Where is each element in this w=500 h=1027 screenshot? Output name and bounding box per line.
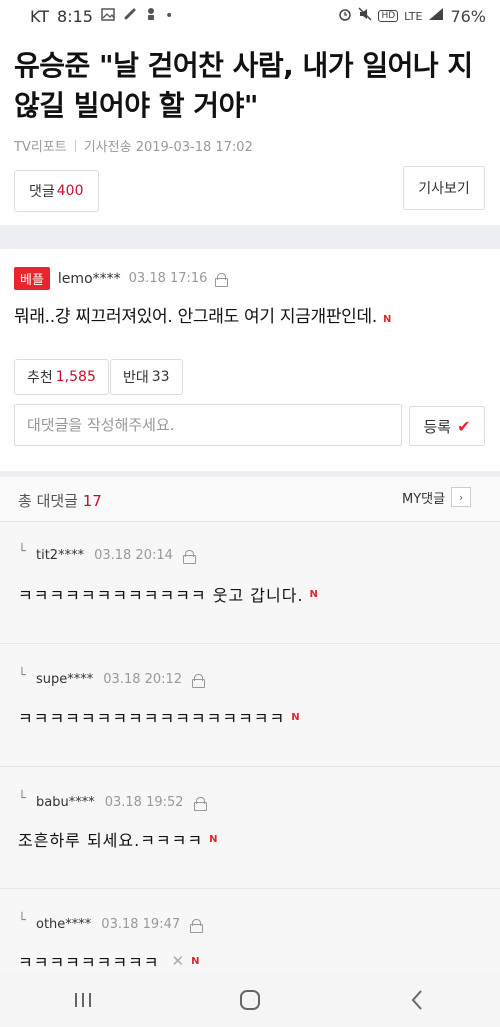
reply-item: └ othe**** 03.18 19:47 ㅋㅋㅋㅋㅋㅋㅋㅋㅋ ✕ N (0, 889, 500, 972)
my-replies-label: MY댓글 (402, 491, 446, 507)
carrier-label: KT (30, 6, 50, 26)
reply-date: 03.18 20:14 (94, 548, 173, 563)
reply-text: ㅋㅋㅋㅋㅋㅋㅋㅋㅋ (18, 953, 160, 972)
upvote-count: 1,585 (55, 369, 96, 385)
reply-text: ㅋㅋㅋㅋㅋㅋㅋㅋㅋㅋㅋㅋ 웃고 갑니다. (18, 586, 304, 605)
reply-text: 조흔하루 되세요.ㅋㅋㅋㅋ (18, 831, 204, 850)
reply-arrow-icon: └ (18, 668, 26, 683)
submit-label: 등록 (423, 417, 452, 436)
recent-apps-icon (75, 992, 92, 1007)
reply-input[interactable] (14, 404, 402, 446)
downvote-button[interactable]: 반대 33 (110, 359, 183, 395)
back-button[interactable] (387, 980, 447, 1020)
comment-text: 뭐래..걍 찌끄러져있어. 안그래도 여기 지금개판인데. (14, 307, 377, 327)
reply-item: └ tit2**** 03.18 20:14 ㅋㅋㅋㅋㅋㅋㅋㅋㅋㅋㅋㅋ 웃고 갑… (0, 522, 500, 644)
battery-level: 76% (450, 6, 486, 26)
new-icon: N (191, 955, 201, 967)
lock-icon (192, 673, 206, 688)
link-notification-icon (123, 7, 137, 25)
best-comment-header: 베플 lemo**** 03.18 17:16 (14, 267, 229, 290)
status-bar: KT 8:15 • HD LTE 76% (0, 0, 500, 32)
reply-date: 03.18 20:12 (103, 672, 183, 687)
new-icon: N (209, 833, 219, 845)
recent-apps-button[interactable] (53, 980, 113, 1020)
comments-label: 댓글 (29, 184, 55, 200)
upvote-button[interactable]: 추천 1,585 (14, 359, 109, 395)
more-notifications-icon: • (164, 8, 174, 24)
section-gap (0, 225, 500, 249)
replies-label: 총 대댓글 (18, 492, 78, 510)
reply-text-row: 조흔하루 되세요.ㅋㅋㅋㅋ N (18, 827, 218, 851)
reply-text-row: ㅋㅋㅋㅋㅋㅋㅋㅋㅋㅋㅋㅋㅋㅋㅋㅋㅋ N (18, 705, 301, 729)
reply-text: ㅋㅋㅋㅋㅋㅋㅋㅋㅋㅋㅋㅋㅋㅋㅋㅋㅋ (18, 709, 286, 728)
home-button[interactable] (220, 980, 280, 1020)
back-icon (411, 989, 422, 1010)
article-title: 유승준 "날 걷어찬 사람, 내가 일어나 지 않길 빌어야 할 거야" (14, 49, 473, 122)
reply-header: othe**** 03.18 19:47 (36, 917, 204, 933)
article-published: 기사전송 2019-03-18 17:02 (83, 140, 253, 155)
alarm-icon (338, 7, 352, 25)
reply-user: tit2**** (36, 548, 85, 563)
reply-user: supe**** (36, 672, 94, 687)
reply-date: 03.18 19:47 (101, 917, 181, 932)
reply-item: └ babu**** 03.18 19:52 조흔하루 되세요.ㅋㅋㅋㅋ N (0, 767, 500, 889)
system-nav-bar (0, 972, 500, 1027)
hd-icon: HD (378, 10, 399, 22)
comment-text-row: 뭐래..걍 찌끄러져있어. 안그래도 여기 지금개판인데. N (14, 302, 391, 327)
new-icon: N (291, 711, 301, 723)
new-icon: N (382, 314, 392, 325)
clock: 8:15 (57, 6, 93, 26)
network-type: LTE (404, 9, 423, 23)
reply-date: 03.18 19:52 (104, 795, 184, 810)
reply-user: othe**** (36, 917, 92, 932)
downvote-label: 반대 (123, 370, 149, 386)
reply-arrow-icon: └ (18, 544, 26, 559)
replies-header: 총 대댓글 17 MY댓글 › (0, 477, 500, 522)
comments-button[interactable]: 댓글 400 (14, 170, 99, 212)
submit-reply-button[interactable]: 등록 ✔ (409, 406, 485, 446)
mute-icon (358, 7, 372, 25)
my-replies-button[interactable]: MY댓글 › (402, 487, 472, 507)
reply-item: └ supe**** 03.18 20:12 ㅋㅋㅋㅋㅋㅋㅋㅋㅋㅋㅋㅋㅋㅋㅋㅋㅋ… (0, 644, 500, 767)
reply-arrow-icon: └ (18, 913, 26, 928)
reply-user: babu**** (36, 795, 95, 810)
reply-text-row: ㅋㅋㅋㅋㅋㅋㅋㅋㅋ ✕ N (18, 949, 200, 973)
best-badge: 베플 (14, 267, 50, 290)
comments-count: 400 (56, 183, 84, 199)
new-icon: N (309, 588, 319, 600)
signal-icon (428, 7, 444, 25)
gallery-notification-icon (101, 7, 115, 25)
chevron-right-icon: › (451, 487, 472, 507)
meta-divider (74, 139, 76, 152)
lock-icon (215, 272, 229, 287)
downvote-count: 33 (151, 369, 170, 385)
comment-user: lemo**** (57, 270, 121, 287)
lock-icon (190, 918, 204, 933)
reply-header: supe**** 03.18 20:12 (36, 672, 206, 688)
upvote-label: 추천 (27, 370, 53, 386)
reply-header: tit2**** 03.18 20:14 (36, 548, 196, 564)
comment-date: 03.18 17:16 (128, 271, 208, 286)
reply-text-row: ㅋㅋㅋㅋㅋㅋㅋㅋㅋㅋㅋㅋ 웃고 갑니다. N (18, 582, 319, 606)
replies-title: 총 대댓글 17 (18, 490, 102, 511)
article-source: TV리포트 (14, 140, 67, 155)
article-meta: TV리포트 기사전송 2019-03-18 17:02 (14, 136, 253, 155)
view-article-button[interactable]: 기사보기 (403, 166, 485, 210)
app-notification-icon (145, 7, 157, 25)
lock-icon (182, 549, 196, 564)
delete-icon[interactable]: ✕ (171, 952, 185, 970)
reply-header: babu**** 03.18 19:52 (36, 795, 207, 811)
lock-icon (193, 796, 207, 811)
reply-arrow-icon: └ (18, 791, 26, 806)
check-icon: ✔ (457, 416, 471, 436)
home-icon (239, 989, 260, 1010)
replies-count: 17 (82, 492, 102, 510)
